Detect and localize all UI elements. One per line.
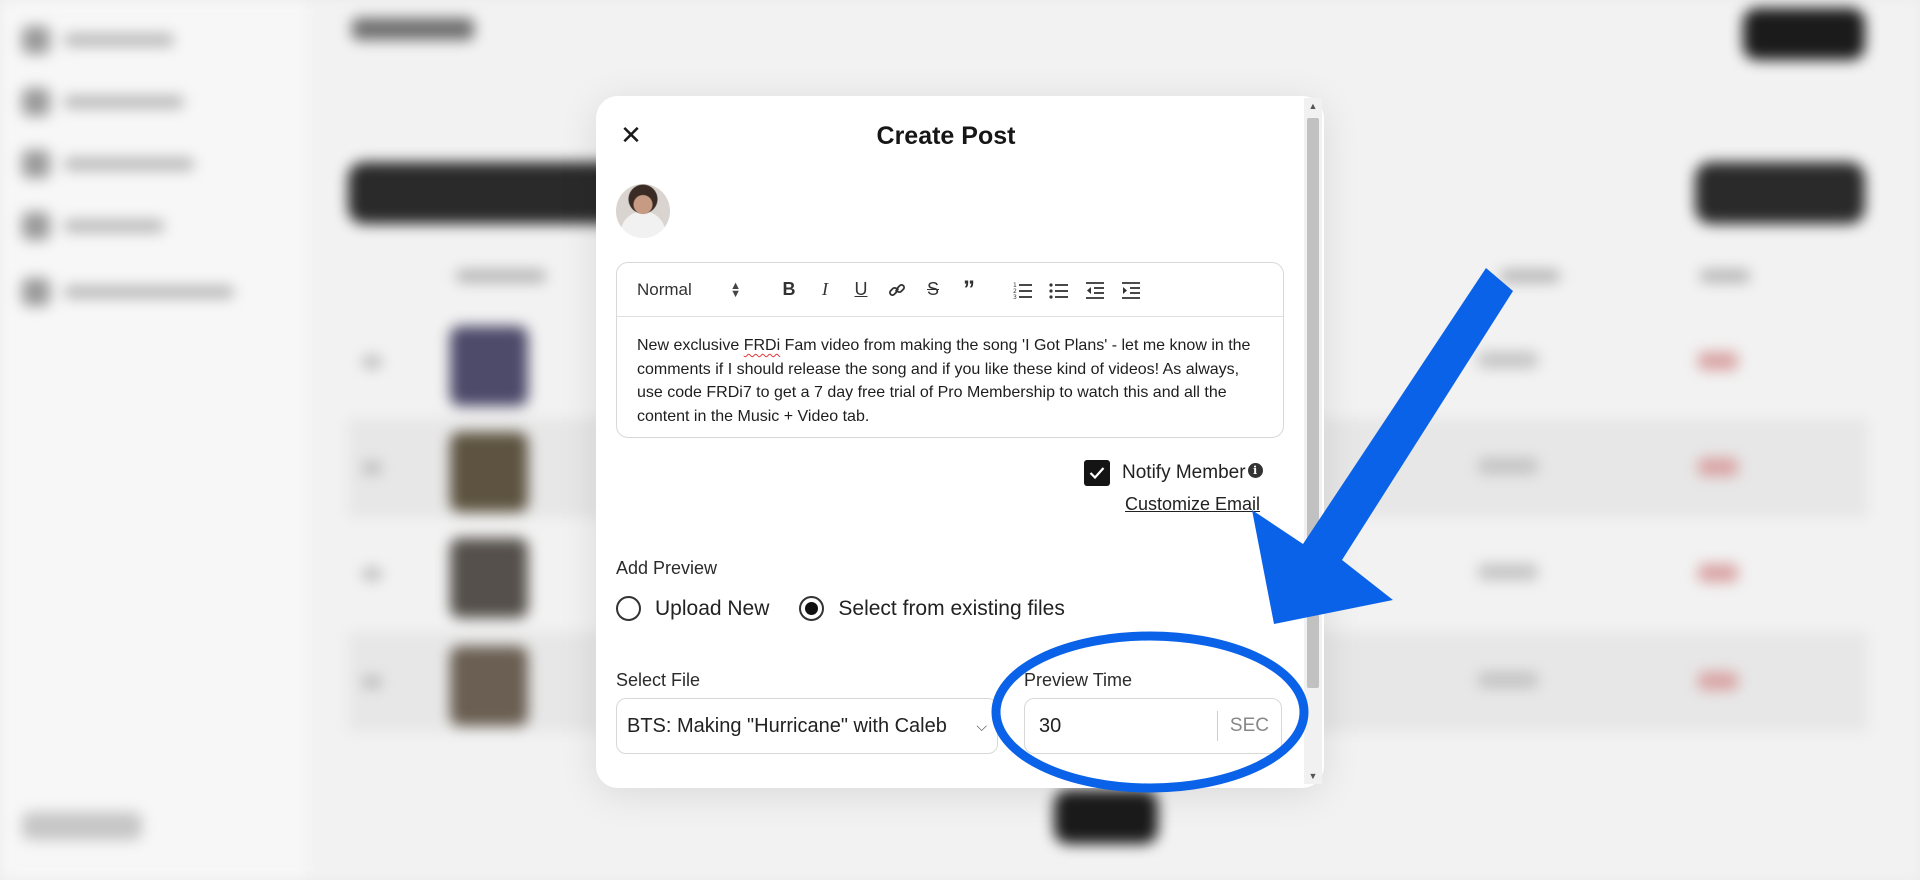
format-select-value: Normal [637,279,692,299]
italic-icon[interactable]: I [807,275,843,305]
select-file-value: BTS: Making "Hurricane" with Caleb [627,714,947,737]
notify-member-label: Notify Member [1122,462,1246,483]
editor-body[interactable]: New exclusive FRDi Fam video from making… [617,317,1283,445]
select-existing-option[interactable]: Select from existing files [799,596,1065,621]
bg-sidebar-item [22,26,174,54]
indent-icon[interactable] [1113,275,1149,305]
modal-title: Create Post [876,122,1016,150]
ordered-list-icon[interactable]: 123 [1005,275,1041,305]
preview-time-input[interactable]: 30 SEC [1024,698,1282,754]
spellcheck-word: FRDi [743,337,781,354]
editor-toolbar: Normal ▲ ▼ B I U S ” 123 [617,263,1283,317]
modal-scrollbar[interactable]: ▲ ▼ [1304,98,1322,784]
post-editor: Normal ▲ ▼ B I U S ” 123 New exclusive F… [616,262,1284,438]
info-icon[interactable]: i [1247,462,1263,478]
bullet-list-icon[interactable] [1041,275,1077,305]
add-preview-heading: Add Preview [616,558,718,578]
bold-icon[interactable]: B [771,275,807,305]
notify-member: Notify Member i [1084,460,1263,486]
upload-new-option[interactable]: Upload New [616,596,769,621]
select-file-dropdown[interactable]: BTS: Making "Hurricane" with Caleb ⌵ [616,698,998,754]
preview-time-unit: SEC [1216,711,1281,741]
scroll-thumb[interactable] [1307,118,1319,688]
outdent-icon[interactable] [1077,275,1113,305]
check-icon [1089,467,1105,480]
chevron-down-icon: ⌵ [976,717,987,734]
strikethrough-icon[interactable]: S [915,275,951,305]
avatar [616,184,670,238]
customize-email-link[interactable]: Customize Email [1125,494,1260,515]
preview-time-value: 30 [1039,714,1062,737]
scroll-down-icon[interactable]: ▼ [1304,768,1322,784]
svg-text:3: 3 [1013,294,1017,299]
bg-sidebar-item [22,88,184,116]
create-post-modal: ✕ Create Post Normal ▲ ▼ B I U S ” 123 N… [596,96,1324,788]
updown-icon: ▲ ▼ [730,279,741,300]
bg-sidebar-item [22,212,164,240]
preview-source-options: Upload New Select from existing files [616,596,1095,621]
upload-new-label: Upload New [655,596,770,620]
background-sidebar [0,0,310,880]
scroll-up-icon[interactable]: ▲ [1304,98,1322,114]
quote-icon[interactable]: ” [951,275,987,305]
notify-member-checkbox[interactable] [1084,460,1110,486]
select-existing-label: Select from existing files [838,596,1065,620]
select-existing-radio[interactable] [799,596,825,621]
format-select[interactable]: Normal ▲ ▼ [637,280,749,300]
underline-icon[interactable]: U [843,275,879,305]
bg-sidebar-item [22,150,194,178]
bg-sidebar-item [22,278,234,306]
editor-text: New exclusive [637,337,744,354]
link-icon[interactable] [879,275,915,305]
upload-new-radio[interactable] [616,596,641,621]
